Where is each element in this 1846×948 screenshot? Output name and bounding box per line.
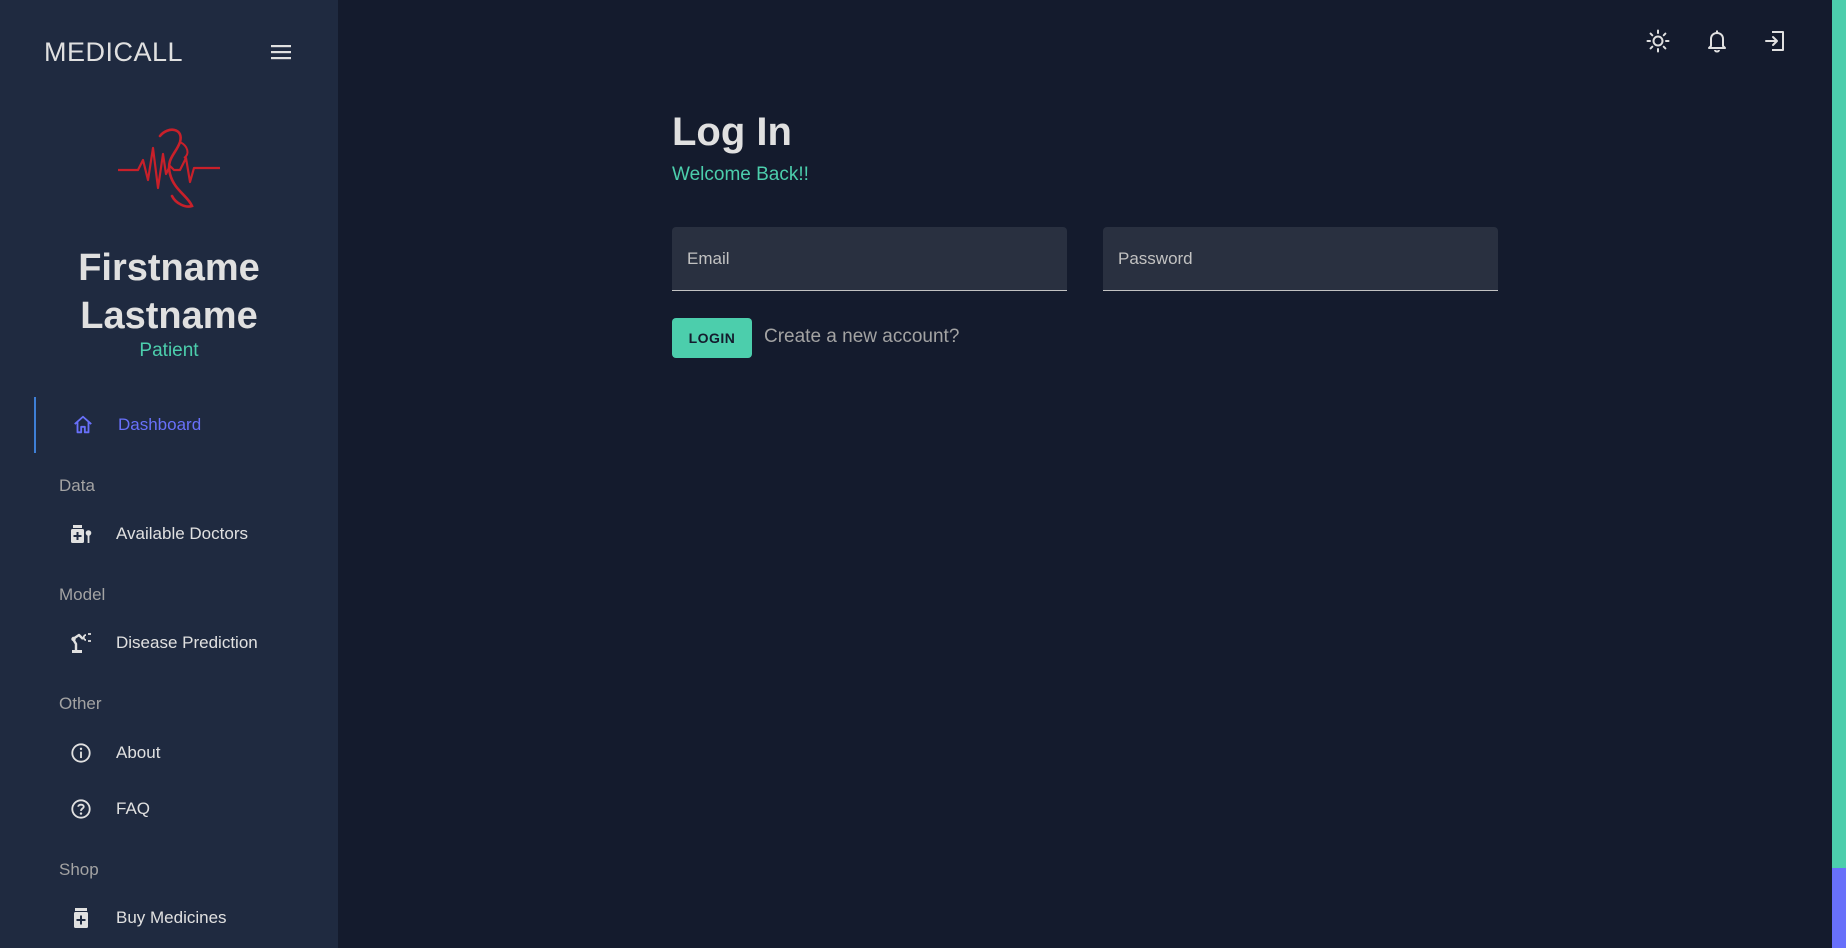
info-icon [68,740,94,766]
notifications-icon[interactable] [1704,28,1730,54]
sidebar-item-available-doctors[interactable]: Available Doctors [34,510,324,558]
password-field[interactable] [1103,227,1498,291]
sidebar: MEDICALL Firstname Lastname Patient Dash… [0,0,338,948]
email-field[interactable] [672,227,1067,291]
sidebar-item-buy-medicines[interactable]: Buy Medicines [34,894,324,942]
sidebar-item-label: Dashboard [118,415,202,434]
app-logo [110,118,228,218]
scrollbar-track[interactable] [1832,0,1846,948]
precision-manufacturing-icon [68,630,94,656]
page-subtitle: Welcome Back!! [672,164,809,185]
sidebar-header: MEDICALL [44,34,294,70]
menu-icon[interactable] [268,39,294,65]
section-model: Model [59,585,106,604]
home-icon [70,412,96,438]
user-role: Patient [139,340,199,361]
login-button[interactable]: LOGIN [672,318,752,358]
page-title: Log In [672,110,792,154]
sidebar-item-label: Available Doctors [116,524,248,543]
scrollbar-thumb[interactable] [1832,868,1846,948]
sidebar-item-about[interactable]: About [34,729,324,777]
section-shop: Shop [59,860,99,879]
password-input[interactable] [1103,227,1498,290]
sidebar-item-faq[interactable]: FAQ [34,785,324,833]
create-account-link[interactable]: Create a new account? [764,326,959,348]
email-input[interactable] [672,227,1067,290]
logout-icon[interactable] [1762,28,1788,54]
sidebar-item-disease-prediction[interactable]: Disease Prediction [34,619,324,667]
medication-icon [68,905,94,931]
sidebar-item-label: FAQ [116,799,151,818]
section-other: Other [59,694,102,713]
sidebar-item-label: Disease Prediction [116,633,258,652]
brand-title: MEDICALL [44,36,184,67]
sidebar-item-dashboard[interactable]: Dashboard [34,397,326,453]
sidebar-item-label: About [116,743,161,762]
medical-services-icon [68,521,94,547]
section-data: Data [59,476,95,495]
light-mode-icon[interactable] [1645,28,1671,54]
help-icon [68,796,94,822]
user-name: Firstname Lastname [78,247,260,337]
sidebar-item-label: Buy Medicines [116,908,227,927]
